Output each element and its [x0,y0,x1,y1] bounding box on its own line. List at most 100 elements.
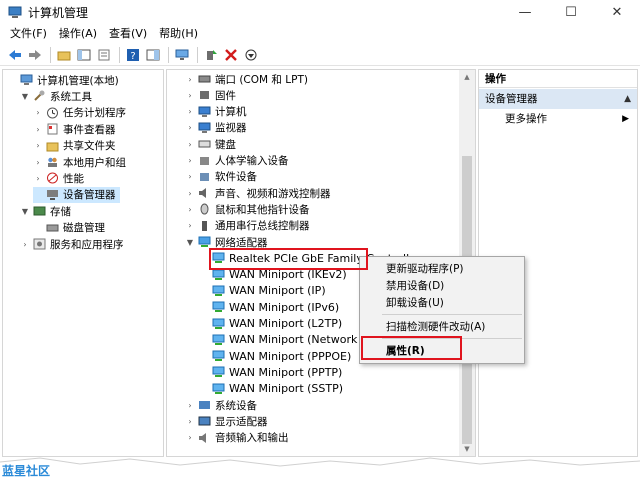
ctx-disable-device[interactable]: 禁用设备(D) [386,278,444,294]
more-actions-link[interactable]: 更多操作 [505,111,547,127]
collapsed-arrow-icon[interactable]: › [185,172,195,181]
device-item-label: WAN Miniport (IP) [229,284,326,298]
collapsed-arrow-icon[interactable]: › [33,108,43,117]
tree-item[interactable]: › 服务和应用程序 [20,236,128,252]
audio-icon [198,432,211,444]
ctx-uninstall-device[interactable]: 卸载设备(U) [386,295,444,311]
download-icon[interactable] [242,46,260,64]
tree-item[interactable]: › 事件查看器 [33,121,120,137]
expanded-arrow-icon[interactable]: ▼ [20,92,30,101]
device-item[interactable]: › 人体学输入设备 [185,153,288,169]
tree-item[interactable]: › 任务计划程序 [33,105,130,121]
update-driver-icon[interactable] [202,46,220,64]
device-item[interactable]: › 声音、视频和游戏控制器 [185,185,330,201]
ctx-update-driver[interactable]: 更新驱动程序(P) [386,261,464,277]
device-item[interactable]: › 通用串行总线控制器 [185,218,309,234]
highlight-network-adapter [209,248,368,270]
device-item-label: 音频输入和输出 [215,432,289,445]
device-item-label: WAN Miniport (PPTP) [229,365,343,379]
back-arrow-icon[interactable] [6,46,24,64]
help-icon[interactable]: ? [124,46,142,64]
firmware-icon [198,89,211,101]
device-item[interactable]: WAN Miniport (IPv6) [199,299,339,315]
collapse-up-icon[interactable]: ▲ [624,89,631,109]
system-device-icon [198,399,211,411]
system-tools-icon [33,90,46,102]
collapsed-arrow-icon[interactable]: › [185,123,195,132]
tree-item-label: 事件查看器 [63,123,116,136]
expanded-arrow-icon[interactable]: ▼ [20,207,30,216]
device-item[interactable]: › 键盘 [185,136,236,152]
submenu-arrow-icon[interactable]: ▶ [622,111,629,127]
tree-item[interactable]: ▼ 存储 [20,203,75,219]
device-item[interactable]: › 监视器 [185,120,247,136]
tree-item[interactable]: ▼ 系统工具 [20,88,96,104]
watermark: 蓝星社区 [2,464,51,478]
clock-icon [46,107,59,119]
device-item[interactable]: › 计算机 [185,104,247,120]
scan-hardware-icon[interactable] [173,46,191,64]
up-folder-icon[interactable] [55,46,73,64]
svg-text:?: ? [130,51,135,61]
collapsed-arrow-icon[interactable]: › [33,174,43,183]
uninstall-icon[interactable] [222,46,240,64]
monitor-icon [198,106,211,118]
console-tree: 计算机管理(本地) ▼ 系统工具 › 任务计划程序 › 事件查看器 › 共享文件夹 › 本地用户和组… [2,69,164,457]
collapsed-arrow-icon[interactable]: › [185,91,195,100]
tree-item-label: 磁盘管理 [63,222,105,235]
tree-item[interactable]: › 性能 [33,170,88,186]
maximize-button[interactable]: ☐ [548,0,594,24]
tree-item[interactable]: 设备管理器 [33,186,120,203]
actions-section-label: 设备管理器 [485,93,538,105]
device-item[interactable]: › 系统设备 [185,397,257,413]
device-item-label: WAN Miniport (IPv6) [229,300,340,314]
collapsed-arrow-icon[interactable]: › [185,75,195,84]
device-item[interactable]: › 端口 (COM 和 LPT) [185,71,308,87]
device-item[interactable]: WAN Miniport (PPPOE) [199,348,351,364]
menu-view[interactable]: 查看(V) [103,24,153,44]
device-item[interactable]: › 固件 [185,87,236,103]
collapsed-arrow-icon[interactable]: › [33,141,43,150]
tree-item[interactable]: › 共享文件夹 [33,138,120,154]
device-item[interactable]: WAN Miniport (PPTP) [199,364,342,380]
menu-file[interactable]: 文件(F) [4,24,53,44]
minimize-button[interactable]: — [502,0,548,24]
tree-item[interactable]: 计算机管理(本地) [7,72,123,88]
device-item[interactable]: › 显示适配器 [185,413,267,429]
collapsed-arrow-icon[interactable]: › [185,401,195,410]
network-adapter-icon [212,269,225,281]
action-pane-icon[interactable] [144,46,162,64]
collapsed-arrow-icon[interactable]: › [33,158,43,167]
forward-arrow-icon[interactable] [26,46,44,64]
computer-management-icon [8,6,22,18]
collapsed-arrow-icon[interactable]: › [185,140,195,149]
device-item-label: 端口 (COM 和 LPT) [215,73,308,86]
collapsed-arrow-icon[interactable]: › [185,107,195,116]
collapsed-arrow-icon[interactable]: › [185,156,195,165]
show-hide-tree-icon[interactable] [75,46,93,64]
tree-item[interactable]: 磁盘管理 [33,220,109,236]
menu-help[interactable]: 帮助(H) [153,24,204,44]
expanded-arrow-icon[interactable]: ▼ [185,238,195,247]
device-item[interactable]: WAN Miniport (L2TP) [199,316,342,332]
menu-action[interactable]: 操作(A) [53,24,103,44]
device-item[interactable]: › 软件设备 [185,169,257,185]
scroll-up-icon[interactable]: ▲ [463,73,471,81]
actions-section-device-manager[interactable]: 设备管理器 ▲ [479,89,637,109]
properties-icon[interactable] [95,46,113,64]
device-item[interactable]: WAN Miniport (IP) [199,283,326,299]
collapsed-arrow-icon[interactable]: › [185,433,195,442]
collapsed-arrow-icon[interactable]: › [185,417,195,426]
ctx-scan-hardware[interactable]: 扫描检测硬件改动(A) [386,319,485,335]
collapsed-arrow-icon[interactable]: › [20,240,30,249]
collapsed-arrow-icon[interactable]: › [185,205,195,214]
tree-item-label: 性能 [63,172,84,185]
device-item[interactable]: › 音频输入和输出 [185,430,289,446]
close-button[interactable]: ✕ [594,0,640,24]
device-item[interactable]: WAN Miniport (SSTP) [199,381,343,397]
device-item[interactable]: › 鼠标和其他指针设备 [185,201,310,217]
collapsed-arrow-icon[interactable]: › [185,221,195,230]
tree-item[interactable]: › 本地用户和组 [33,154,130,170]
collapsed-arrow-icon[interactable]: › [33,125,43,134]
collapsed-arrow-icon[interactable]: › [185,189,195,198]
